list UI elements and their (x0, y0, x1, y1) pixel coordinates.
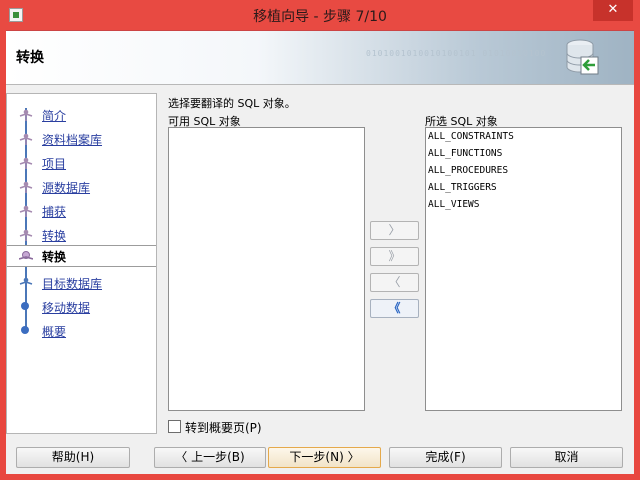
move-left-button[interactable]: 〈 (370, 273, 419, 292)
sidebar-item-convert[interactable]: 转换 (7, 224, 156, 246)
step-dot-icon (21, 326, 29, 334)
sidebar-item-label: 项目 (42, 157, 67, 171)
list-item[interactable]: ALL_CONSTRAINTS (426, 128, 621, 145)
sidebar-item-label: 移动数据 (42, 301, 91, 315)
sidebar-item-label: 简介 (42, 109, 67, 123)
window-title: 移植向导 - 步骤 7/10 (253, 9, 387, 25)
sidebar-item-label: 目标数据库 (42, 277, 103, 291)
list-item[interactable]: ALL_FUNCTIONS (426, 145, 621, 162)
list-item[interactable]: ALL_VIEWS (426, 196, 621, 213)
back-button[interactable]: 〈 上一步(B) (154, 447, 266, 468)
sidebar-item-intro[interactable]: 简介 (7, 104, 156, 126)
database-icon (566, 39, 599, 75)
list-item[interactable]: ALL_PROCEDURES (426, 162, 621, 179)
move-all-left-button[interactable]: 《 (370, 299, 419, 318)
goto-summary-label: 转到概要页(P) (185, 421, 262, 435)
goto-summary-checkbox[interactable] (168, 420, 181, 433)
step-figure-icon (19, 133, 33, 145)
wizard-client-area: 转换 0101001010010100101 01010010100 简介 资料… (6, 30, 634, 474)
wizard-steps-sidebar: 简介 资料档案库 项目 源数据库 捕获 转换 转换 目标数据库 移动数据 概要 (6, 93, 157, 434)
sidebar-item-repository[interactable]: 资料档案库 (7, 128, 156, 150)
sidebar-item-target-db[interactable]: 目标数据库 (7, 272, 156, 294)
help-button[interactable]: 帮助(H) (16, 447, 130, 468)
selected-objects-list[interactable]: ALL_CONSTRAINTS ALL_FUNCTIONS ALL_PROCED… (425, 127, 622, 411)
available-objects-list[interactable] (168, 127, 365, 411)
sidebar-item-capture[interactable]: 捕获 (7, 200, 156, 222)
step-figure-icon (19, 205, 33, 217)
page-title: 转换 (16, 50, 44, 66)
step-figure-icon (19, 277, 33, 289)
sidebar-item-label: 概要 (42, 325, 67, 339)
sidebar-item-source-db[interactable]: 源数据库 (7, 176, 156, 198)
sidebar-item-label: 转换 (42, 229, 67, 243)
step-figure-active-icon (19, 251, 33, 260)
move-all-right-button[interactable]: 》 (370, 247, 419, 266)
step-figure-icon (19, 229, 33, 241)
next-button[interactable]: 下一步(N) 〉 (268, 447, 381, 468)
sidebar-item-translate-active[interactable]: 转换 (7, 245, 156, 267)
move-right-button[interactable]: 〉 (370, 221, 419, 240)
close-button[interactable]: ✕ (593, 0, 633, 21)
cancel-button[interactable]: 取消 (510, 447, 623, 468)
instruction-text: 选择要翻译的 SQL 对象。 (168, 97, 296, 110)
step-figure-icon (19, 157, 33, 169)
sidebar-item-label: 捕获 (42, 205, 67, 219)
header-banner: 转换 0101001010010100101 01010010100 (6, 31, 634, 85)
sidebar-item-label: 源数据库 (42, 181, 91, 195)
title-bar: 移植向导 - 步骤 7/10 ✕ (0, 0, 640, 30)
banner-decoration-text: 0101001010010100101 01010010100 (366, 49, 547, 58)
step-figure-icon (19, 181, 33, 193)
sidebar-item-label: 资料档案库 (42, 133, 103, 147)
sidebar-item-summary[interactable]: 概要 (7, 320, 156, 342)
step-figure-icon (19, 109, 33, 121)
sidebar-item-project[interactable]: 项目 (7, 152, 156, 174)
step-dot-icon (21, 302, 29, 310)
sidebar-item-move-data[interactable]: 移动数据 (7, 296, 156, 318)
finish-button[interactable]: 完成(F) (389, 447, 502, 468)
migration-wizard-window: 移植向导 - 步骤 7/10 ✕ 转换 0101001010010100101 … (0, 0, 640, 480)
sidebar-item-label: 转换 (42, 250, 67, 264)
list-item[interactable]: ALL_TRIGGERS (426, 179, 621, 196)
